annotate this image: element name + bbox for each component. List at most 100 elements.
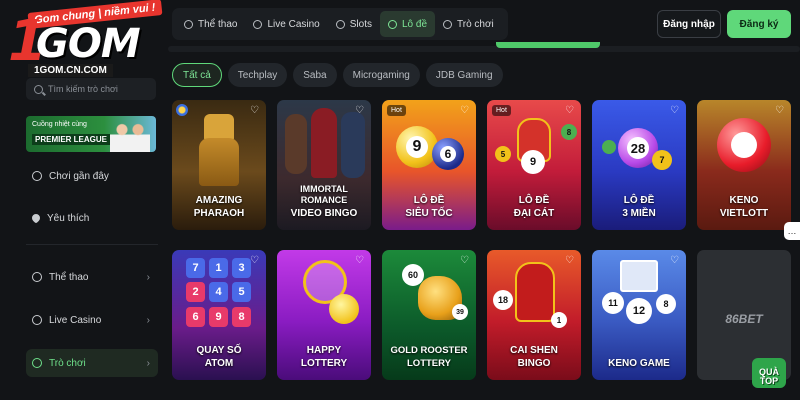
game-title: KENO VIETLOTT [719, 195, 769, 219]
sidebar-item-favorites[interactable]: Yêu thích [26, 204, 158, 232]
login-button[interactable]: Đăng nhập [657, 10, 721, 38]
game-card-keno-game[interactable]: 11 12 8 ♡ KENO GAME [592, 250, 686, 380]
gift-label: QUÀ TOP [759, 367, 779, 386]
game-title: HAPPY LOTTERY [300, 345, 348, 369]
tab-live-casino[interactable]: Live Casino [245, 11, 327, 37]
filter-saba[interactable]: Saba [293, 63, 337, 87]
game-card-keno-vietlott[interactable]: ♡ KENO VIETLOTT [697, 100, 791, 230]
number-tile: 7 [186, 258, 205, 278]
game-title: CAI SHEN BINGO [510, 345, 558, 369]
content-panel-edge [168, 46, 800, 52]
character-left [285, 114, 307, 174]
vietlott-star-icon [731, 132, 757, 158]
soccer-ball-icon [32, 272, 42, 282]
number-tile: 8 [232, 307, 251, 327]
game-card-lo-de-dai-cat[interactable]: Hot 5 9 8 ♡ LÔ ĐỀ ĐẠI CÁT [487, 100, 581, 230]
lottery-ball: 18 [493, 290, 513, 310]
top-nav: Thể thao Live Casino Slots Lô đề Trò chơ… [172, 8, 508, 40]
lottery-ball: 6 [432, 138, 464, 170]
search-icon [34, 84, 43, 94]
gamepad-icon [32, 358, 42, 368]
register-button[interactable]: Đăng ký [727, 10, 791, 38]
tab-sports[interactable]: Thể thao [176, 11, 245, 37]
favorite-icon[interactable]: ♡ [460, 106, 471, 116]
character-center [311, 108, 337, 178]
search-placeholder: Tìm kiếm trò chơi [48, 84, 118, 94]
sidebar-item-label: Live Casino [49, 314, 102, 326]
lottery-ball [602, 140, 616, 154]
game-card-immortal-romance[interactable]: ♡ IMMORTAL ROMANCE VIDEO BINGO [277, 100, 371, 230]
filter-microgaming[interactable]: Microgaming [342, 63, 420, 87]
tab-label: Live Casino [267, 18, 320, 30]
favorite-icon[interactable]: ♡ [250, 256, 261, 266]
lottery-ball: 9 [521, 150, 545, 174]
lottery-ball: 39 [452, 304, 468, 320]
lottery-icon [387, 19, 397, 29]
filter-all[interactable]: Tất cả [172, 63, 222, 87]
tab-lottery[interactable]: Lô đề [379, 11, 436, 37]
promo-line-1: Cuồng nhiệt cùng [32, 121, 87, 128]
tab-label: Thể thao [198, 18, 238, 30]
number-tile: 6 [186, 307, 205, 327]
chevron-right-icon: › [146, 271, 150, 283]
game-card-lo-de-3-mien[interactable]: 28 7 ♡ LÔ ĐỀ 3 MIỀN [592, 100, 686, 230]
heart-icon [30, 212, 42, 224]
tab-label: Slots [349, 18, 372, 30]
gamepad-icon [443, 19, 453, 29]
favorite-icon[interactable]: ♡ [775, 106, 786, 116]
tab-games[interactable]: Trò chơi [435, 11, 502, 37]
sidebar-item-recent[interactable]: Chơi gần đây [26, 162, 158, 190]
game-grid: ♡ AMAZING PHARAOH ♡ IMMORTAL ROMANCE VIDEO… [172, 100, 800, 400]
keno-card [620, 260, 658, 292]
game-card-quay-so-atom[interactable]: 7 1 3 2 4 5 6 9 8 ♡ QUAY SỐ ATOM [172, 250, 266, 380]
promo-banner[interactable]: Cuồng nhiệt cùng PREMIER LEAGUE [26, 116, 156, 152]
tab-label: Lô đề [401, 18, 428, 30]
favorite-icon[interactable]: ♡ [250, 106, 261, 116]
number-tile: 5 [232, 282, 251, 302]
cai-shen-figure [515, 262, 555, 322]
game-card-gold-rooster-lottery[interactable]: 60 39 ♡ GOLD ROOSTER LOTTERY [382, 250, 476, 380]
game-card-lo-de-sieu-toc[interactable]: Hot 9 6 ♡ LÔ ĐỀ SIÊU TỐC [382, 100, 476, 230]
favorite-icon[interactable]: ♡ [670, 256, 681, 266]
game-title: LÔ ĐỀ 3 MIỀN [622, 195, 656, 219]
game-card-cai-shen-bingo[interactable]: 18 1 ♡ CAI SHEN BINGO [487, 250, 581, 380]
promo-players-image [110, 120, 150, 152]
number-tile: 3 [232, 258, 251, 278]
search-input[interactable]: Tìm kiếm trò chơi [26, 78, 156, 100]
filter-jdb-gaming[interactable]: JDB Gaming [425, 63, 503, 87]
sidebar-item-live-casino[interactable]: Live Casino › [26, 306, 158, 334]
sidebar-item-label: Thể thao [49, 271, 89, 283]
lottery-ball: 1 [551, 312, 567, 328]
chevron-right-icon: › [146, 314, 150, 326]
tab-slots[interactable]: Slots [328, 11, 380, 37]
pharaoh-figure [199, 138, 239, 186]
pharaoh-headdress [204, 114, 234, 140]
slots-icon [335, 19, 345, 29]
number-tile: 9 [209, 307, 228, 327]
game-card-happy-lottery[interactable]: ♡ HAPPY LOTTERY [277, 250, 371, 380]
favorite-icon[interactable]: ♡ [565, 106, 576, 116]
soccer-ball-icon [184, 19, 193, 29]
sidebar-item-sports[interactable]: Thể thao › [26, 263, 158, 291]
banner-indicator [496, 42, 600, 48]
86bet-logo: 86BET [725, 312, 763, 326]
game-title: LÔ ĐỀ SIÊU TỐC [405, 195, 453, 219]
favorite-icon[interactable]: ♡ [460, 256, 471, 266]
favorite-icon[interactable]: ♡ [670, 106, 681, 116]
game-title: QUAY SỐ ATOM [196, 345, 242, 369]
game-card-amazing-pharaoh[interactable]: ♡ AMAZING PHARAOH [172, 100, 266, 230]
favorite-icon[interactable]: ♡ [355, 256, 366, 266]
game-title: GOLD ROOSTER LOTTERY [390, 345, 468, 369]
sidebar-item-label: Yêu thích [47, 212, 90, 224]
top-gift-widget[interactable]: QUÀ TOP [748, 352, 790, 392]
game-title: LÔ ĐỀ ĐẠI CÁT [513, 195, 555, 219]
favorite-icon[interactable]: ♡ [565, 256, 576, 266]
chat-icon[interactable]: … [784, 222, 800, 240]
sidebar-item-games[interactable]: Trò chơi › [26, 349, 158, 377]
favorite-icon[interactable]: ♡ [355, 106, 366, 116]
lottery-ball: 8 [561, 124, 577, 140]
clock-icon [32, 171, 42, 181]
provider-badge-icon [176, 104, 188, 116]
lottery-ball: 9 [396, 126, 438, 168]
filter-techplay[interactable]: Techplay [227, 63, 288, 87]
